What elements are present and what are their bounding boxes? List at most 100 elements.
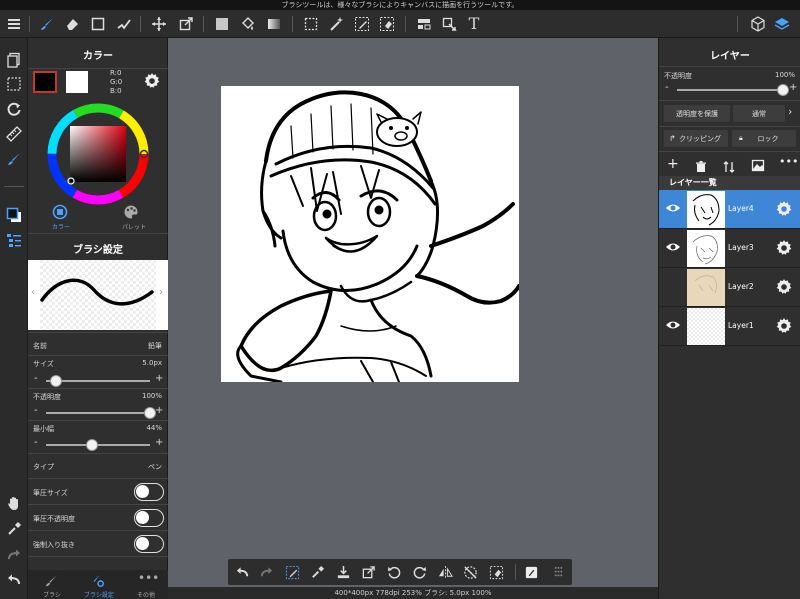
eyedropper-icon[interactable] — [4, 519, 24, 539]
gear-icon[interactable] — [775, 278, 793, 296]
brush-settings-tab-icon[interactable] — [91, 573, 105, 587]
flip-horizontal-icon[interactable] — [435, 562, 455, 582]
select-eraser-icon[interactable] — [377, 14, 397, 34]
layer-opacity-slider-knob[interactable] — [777, 84, 789, 96]
layers-icon[interactable] — [772, 14, 792, 34]
layer-opacity-plus-button[interactable]: + — [789, 82, 797, 93]
chevron-right-icon[interactable]: › — [788, 105, 792, 118]
lock-button[interactable]: 🔒︎ ロック — [732, 130, 796, 147]
color-wheel[interactable] — [45, 101, 151, 207]
layer-row[interactable]: Layer1 — [659, 307, 800, 346]
magic-wand-icon[interactable] — [326, 14, 346, 34]
deselect-icon[interactable] — [460, 562, 480, 582]
grip-icon[interactable] — [548, 562, 568, 582]
eye-icon[interactable] — [665, 319, 681, 333]
opacity-slider-track[interactable] — [46, 412, 150, 414]
select-rect-icon[interactable] — [88, 14, 108, 34]
hamburger-icon[interactable] — [4, 14, 24, 34]
palette-tab-icon[interactable] — [123, 204, 143, 220]
clipping-button[interactable]: ↱ クリッピング — [664, 130, 728, 147]
brush-list-icon[interactable] — [4, 230, 24, 250]
sort-icon[interactable] — [723, 158, 735, 173]
preview-prev-icon[interactable]: ‹ — [31, 287, 35, 298]
color-panel-icon[interactable] — [4, 205, 24, 225]
eye-icon[interactable] — [665, 241, 681, 255]
add-layer-icon[interactable]: + — [667, 156, 679, 172]
blend-mode-button[interactable]: 通常 — [733, 105, 785, 122]
brush-settings-tab-label[interactable]: ブラシ設定 — [84, 590, 114, 599]
fill-color-icon[interactable] — [212, 14, 232, 34]
bucket-icon[interactable] — [238, 14, 258, 34]
gear-icon[interactable] — [775, 239, 793, 257]
opacity-minus-button[interactable]: - — [34, 405, 38, 416]
size-minus-button[interactable]: - — [34, 373, 38, 384]
clear-selection-icon[interactable] — [486, 562, 506, 582]
redo-icon[interactable] — [4, 545, 24, 565]
pressure-opacity-toggle[interactable] — [134, 509, 164, 527]
transform-icon[interactable] — [176, 14, 196, 34]
brush-tab-label[interactable]: ブラシ — [43, 590, 61, 599]
snap-brush-icon[interactable] — [4, 149, 24, 169]
size-plus-button[interactable]: + — [155, 373, 163, 384]
layer-opacity-slider-track[interactable] — [677, 89, 783, 91]
min-width-slider-track[interactable] — [46, 444, 150, 446]
select-pen-icon[interactable] — [352, 14, 372, 34]
hand-icon[interactable] — [4, 493, 24, 513]
layer-row[interactable]: Layer3 — [659, 229, 800, 268]
gear-icon[interactable] — [775, 317, 793, 335]
rotate-left-icon[interactable] — [384, 562, 404, 582]
fill-tool-icon[interactable] — [114, 14, 134, 34]
eyedropper-icon[interactable] — [307, 562, 327, 582]
move-icon[interactable] — [149, 14, 169, 34]
min-width-slider-knob[interactable] — [85, 439, 98, 451]
image-layer-icon[interactable] — [751, 157, 765, 172]
rotate-right-icon[interactable] — [409, 562, 429, 582]
min-width-plus-button[interactable]: + — [155, 437, 163, 448]
layer-row[interactable]: Layer4 — [659, 190, 800, 229]
selection-icon[interactable] — [4, 74, 24, 94]
undo-icon[interactable] — [4, 570, 24, 590]
force-taper-toggle[interactable] — [134, 535, 164, 553]
undo-icon[interactable] — [232, 562, 252, 582]
opacity-plus-button[interactable]: + — [155, 405, 163, 416]
drawing-canvas[interactable] — [221, 86, 521, 384]
size-slider-knob[interactable] — [50, 375, 63, 387]
trash-icon[interactable] — [695, 158, 707, 172]
layout-icon[interactable] — [414, 14, 434, 34]
edit-layer-icon[interactable] — [521, 562, 541, 582]
transform-icon[interactable] — [358, 562, 378, 582]
rotate-icon[interactable] — [4, 99, 24, 119]
secondary-color-swatch[interactable] — [66, 71, 88, 93]
palette-tab-label[interactable]: パレット — [122, 222, 146, 231]
material-icon[interactable] — [748, 14, 768, 34]
more-tab-label[interactable]: その他 — [137, 590, 155, 599]
text-icon[interactable]: T — [464, 14, 484, 34]
brush-tab-icon[interactable] — [44, 573, 58, 587]
more-icon[interactable]: ••• — [779, 155, 798, 168]
operation-icon[interactable] — [439, 14, 459, 34]
primary-color-swatch[interactable] — [33, 71, 57, 93]
select-brush-icon[interactable] — [282, 562, 302, 582]
pressure-size-toggle[interactable] — [134, 483, 164, 501]
pages-icon[interactable] — [4, 50, 24, 70]
more-tab-icon[interactable]: ••• — [138, 571, 159, 585]
type-value[interactable]: ペン — [148, 462, 162, 472]
eye-icon[interactable] — [665, 202, 681, 216]
gear-icon[interactable] — [143, 72, 161, 90]
gradient-icon[interactable] — [264, 14, 284, 34]
preview-next-icon[interactable]: › — [159, 287, 163, 298]
ruler-icon[interactable] — [4, 124, 24, 144]
select-icon[interactable] — [301, 14, 321, 34]
color-tab-icon[interactable] — [52, 204, 72, 220]
min-width-minus-button[interactable]: - — [34, 437, 38, 448]
layer-row[interactable]: Layer2 — [659, 268, 800, 307]
redo-icon[interactable] — [256, 562, 276, 582]
eraser-icon[interactable] — [62, 14, 82, 34]
layer-opacity-minus-button[interactable]: - — [665, 82, 669, 93]
protect-alpha-button[interactable]: 透明度を保護 — [664, 105, 730, 122]
gear-icon[interactable] — [775, 200, 793, 218]
color-tab-label[interactable]: カラー — [52, 222, 70, 231]
import-icon[interactable] — [333, 562, 353, 582]
eye-hidden-icon[interactable] — [665, 280, 681, 294]
brush-icon[interactable] — [37, 14, 57, 34]
